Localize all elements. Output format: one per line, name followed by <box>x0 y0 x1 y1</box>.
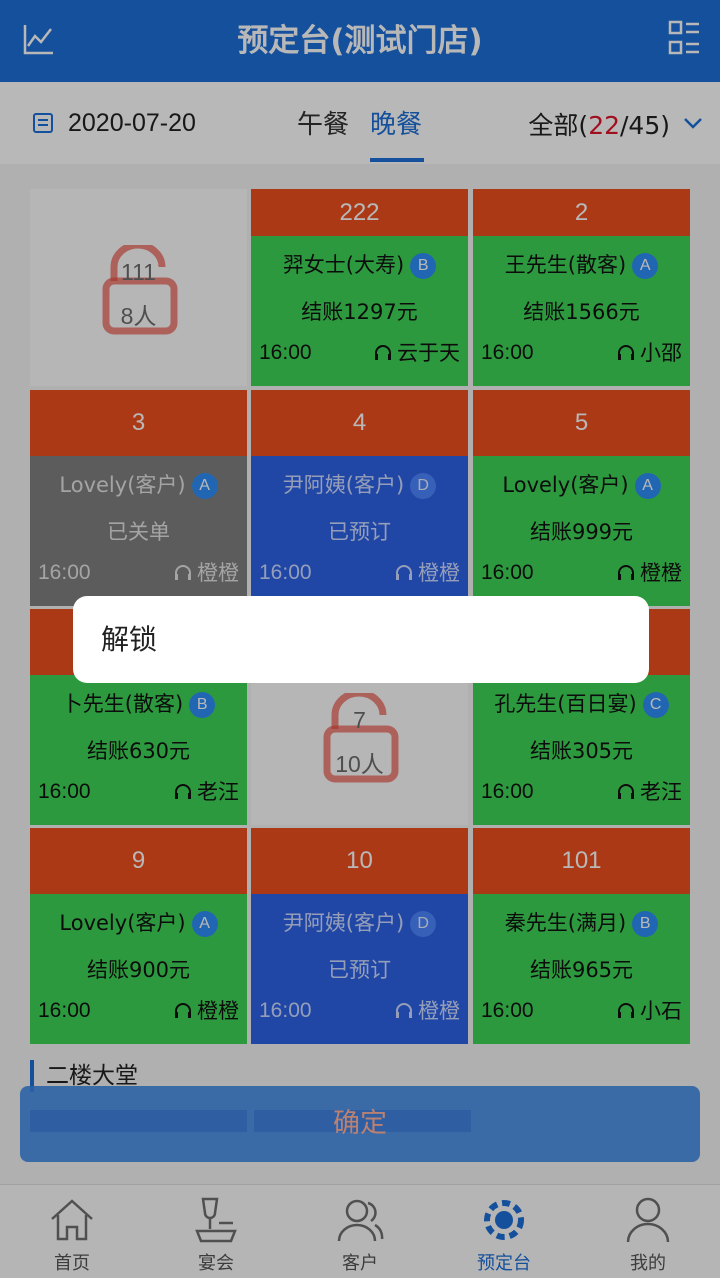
unlock-option[interactable]: 解锁 <box>101 596 157 683</box>
action-popup: 解锁 <box>73 596 649 683</box>
